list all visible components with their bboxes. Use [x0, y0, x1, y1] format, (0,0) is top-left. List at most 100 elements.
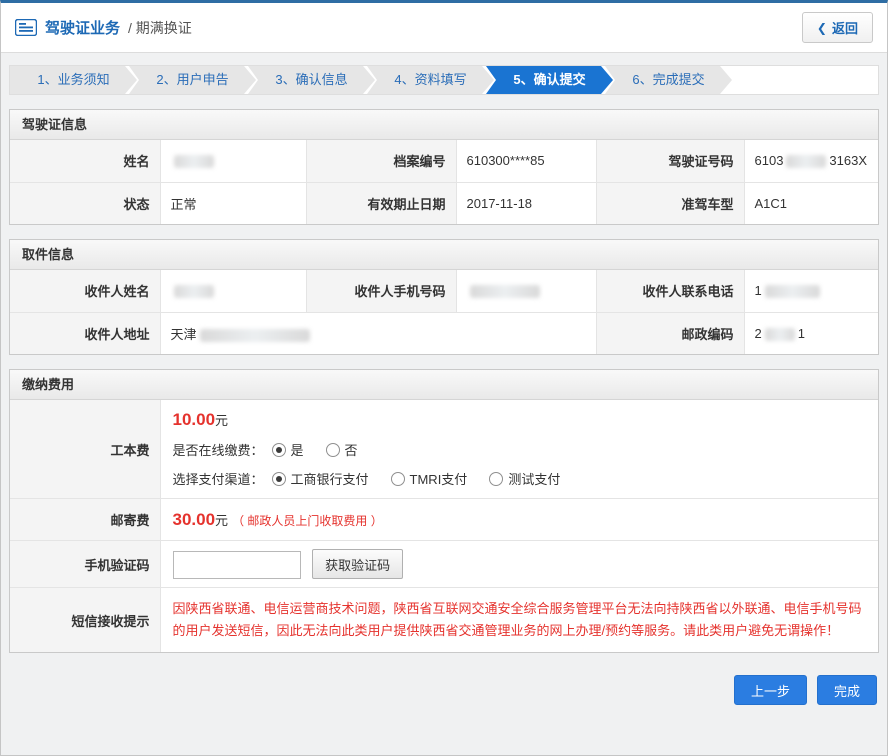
online-pay-option-no-label: 否	[345, 440, 358, 459]
postage-note: （ 邮政人员上门收取费用 ）	[232, 514, 383, 528]
online-pay-radio-no[interactable]	[326, 443, 340, 457]
table-row: 工本费 10.00元 是否在线缴费： 是 否 选	[10, 400, 878, 499]
recipient-mobile-value	[456, 270, 596, 312]
previous-step-button[interactable]: 上一步	[734, 675, 807, 705]
recipient-tel-value: 1	[744, 270, 878, 312]
recipient-name-label: 收件人姓名	[10, 270, 160, 312]
captcha-label: 手机验证码	[10, 541, 160, 588]
back-button[interactable]: ❮ 返回	[802, 12, 873, 43]
table-row: 状态 正常 有效期止日期 2017-11-18 准驾车型 A1C1	[10, 182, 878, 224]
name-label: 姓名	[10, 140, 160, 182]
channel-option-icbc[interactable]: 工商银行支付	[272, 469, 369, 488]
postage-label: 邮寄费	[10, 499, 160, 541]
redacted-postcode	[765, 328, 795, 341]
finish-button[interactable]: 完成	[817, 675, 877, 705]
license-info-panel: 驾驶证信息 姓名 档案编号 610300****85 驾驶证号码 6103316…	[9, 109, 879, 225]
channel-option-test[interactable]: 测试支付	[489, 469, 560, 488]
step-4-tab[interactable]: 4、资料填写	[367, 66, 494, 94]
payment-panel: 缴纳费用 工本费 10.00元 是否在线缴费： 是 否	[9, 369, 879, 653]
online-pay-option-yes-label: 是	[291, 440, 304, 459]
vehicle-type-value: A1C1	[744, 182, 878, 224]
postage-unit: 元	[215, 513, 228, 528]
redacted-recipient-name	[174, 285, 214, 298]
back-button-label: 返回	[832, 18, 858, 37]
status-value: 正常	[160, 182, 306, 224]
work-fee-label: 工本费	[10, 400, 160, 499]
name-value	[160, 140, 306, 182]
online-pay-question: 是否在线缴费：	[173, 440, 264, 459]
footer-actions: 上一步 完成	[11, 675, 877, 705]
captcha-cell: 获取验证码	[160, 541, 878, 588]
step-6-tab[interactable]: 6、完成提交	[605, 66, 732, 94]
license-no-prefix: 6103	[755, 153, 784, 168]
expiry-label: 有效期止日期	[306, 182, 456, 224]
pickup-info-table: 收件人姓名 收件人手机号码 收件人联系电话 1 收件人地址 天津 邮政编码 21	[10, 270, 878, 354]
license-info-title: 驾驶证信息	[10, 110, 878, 140]
online-pay-option-yes[interactable]: 是	[272, 440, 304, 459]
work-fee-cell: 10.00元 是否在线缴费： 是 否 选择支付渠道：	[160, 400, 878, 499]
back-arrow-icon: ❮	[817, 21, 827, 35]
channel-option-tmri-label: TMRI支付	[410, 469, 468, 488]
status-label: 状态	[10, 182, 160, 224]
vehicle-type-label: 准驾车型	[596, 182, 744, 224]
step-1-tab[interactable]: 1、业务须知	[10, 66, 137, 94]
redacted-license-no	[786, 155, 826, 168]
pay-channel-row: 选择支付渠道： 工商银行支付 TMRI支付 测试支付	[173, 469, 867, 488]
step-3-tab[interactable]: 3、确认信息	[248, 66, 375, 94]
channel-option-icbc-label: 工商银行支付	[291, 469, 369, 488]
recipient-tel-prefix: 1	[755, 283, 762, 298]
expiry-value: 2017-11-18	[456, 182, 596, 224]
channel-option-test-label: 测试支付	[508, 469, 560, 488]
table-row: 邮寄费 30.00元 （ 邮政人员上门收取费用 ）	[10, 499, 878, 541]
online-pay-option-no[interactable]: 否	[326, 440, 358, 459]
pickup-info-title: 取件信息	[10, 240, 878, 270]
page-header: 驾驶证业务 / 期满换证 ❮ 返回	[1, 3, 887, 53]
postage-cell: 30.00元 （ 邮政人员上门收取费用 ）	[160, 499, 878, 541]
recipient-mobile-label: 收件人手机号码	[306, 270, 456, 312]
payment-table: 工本费 10.00元 是否在线缴费： 是 否 选	[10, 400, 878, 652]
address-prefix: 天津	[171, 327, 197, 342]
table-row: 短信接收提示 因陕西省联通、电信运营商技术问题，陕西省互联网交通安全综合服务管理…	[10, 588, 878, 653]
step-2-tab[interactable]: 2、用户申告	[129, 66, 256, 94]
table-row: 收件人地址 天津 邮政编码 21	[10, 312, 878, 354]
license-form-icon	[15, 19, 37, 36]
pay-channel-question: 选择支付渠道：	[173, 469, 264, 488]
step-5-tab-active[interactable]: 5、确认提交	[486, 66, 613, 94]
redacted-address	[200, 329, 310, 342]
online-pay-radio-yes[interactable]	[272, 443, 286, 457]
captcha-input[interactable]	[173, 551, 301, 579]
sms-tip-label: 短信接收提示	[10, 588, 160, 653]
postcode-value: 21	[744, 312, 878, 354]
postcode-prefix: 2	[755, 326, 762, 341]
redacted-recipient-tel	[765, 285, 820, 298]
table-row: 姓名 档案编号 610300****85 驾驶证号码 61033163X	[10, 140, 878, 182]
license-no-suffix: 3163X	[829, 153, 867, 168]
work-fee-amount: 10.00	[173, 410, 216, 429]
wizard-steps: 1、业务须知 2、用户申告 3、确认信息 4、资料填写 5、确认提交 6、完成提…	[9, 65, 879, 95]
pickup-info-panel: 取件信息 收件人姓名 收件人手机号码 收件人联系电话 1 收件人地址 天津 邮政…	[9, 239, 879, 355]
address-label: 收件人地址	[10, 312, 160, 354]
redacted-name	[174, 155, 214, 168]
page-subtitle: / 期满换证	[128, 18, 192, 38]
sms-tip-text: 因陕西省联通、电信运营商技术问题，陕西省互联网交通安全综合服务管理平台无法向持陕…	[160, 588, 878, 653]
channel-radio-tmri[interactable]	[391, 472, 405, 486]
file-no-value: 610300****85	[456, 140, 596, 182]
postage-amount: 30.00	[173, 510, 216, 529]
redacted-recipient-mobile	[470, 285, 540, 298]
license-no-value: 6103 3163X	[744, 140, 878, 182]
page-title: 驾驶证业务	[45, 17, 120, 38]
get-captcha-button[interactable]: 获取验证码	[312, 549, 403, 579]
channel-radio-test[interactable]	[489, 472, 503, 486]
file-no-label: 档案编号	[306, 140, 456, 182]
postcode-suffix: 1	[798, 326, 805, 341]
table-row: 手机验证码 获取验证码	[10, 541, 878, 588]
recipient-tel-label: 收件人联系电话	[596, 270, 744, 312]
online-pay-row: 是否在线缴费： 是 否	[173, 440, 867, 459]
license-info-table: 姓名 档案编号 610300****85 驾驶证号码 61033163X 状态 …	[10, 140, 878, 224]
channel-option-tmri[interactable]: TMRI支付	[391, 469, 468, 488]
postcode-label: 邮政编码	[596, 312, 744, 354]
channel-radio-icbc[interactable]	[272, 472, 286, 486]
work-fee-unit: 元	[215, 413, 228, 428]
recipient-name-value	[160, 270, 306, 312]
address-value: 天津	[160, 312, 596, 354]
